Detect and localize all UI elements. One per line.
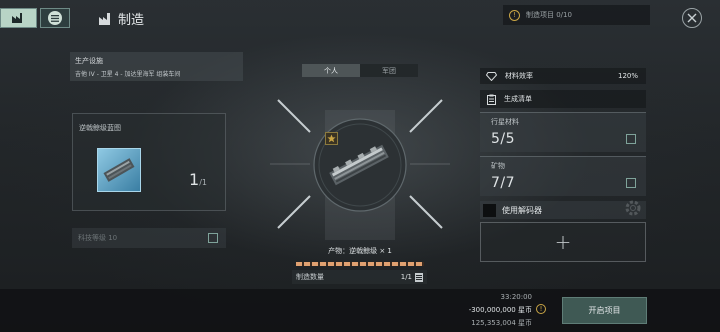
decoder-checkbox[interactable]	[483, 203, 496, 217]
link-icon	[626, 178, 636, 188]
close-button[interactable]	[682, 8, 702, 28]
blueprint-image	[97, 148, 141, 192]
tech-level-row[interactable]: 科技等级 10	[72, 228, 226, 248]
warning-icon: !	[536, 304, 546, 314]
decoder-toggle-row[interactable]: 使用解码器	[480, 200, 646, 219]
tab-corporation[interactable]: 军团	[360, 64, 418, 77]
start-project-button[interactable]: 开启项目	[562, 297, 647, 324]
wallet-balance: 125,353,004 星币	[471, 319, 532, 327]
gear-icon	[625, 200, 641, 216]
factory-tab-button[interactable]	[0, 8, 37, 28]
calculator-icon[interactable]	[415, 272, 423, 282]
facility-location: 吉他 IV - 卫星 4 - 加达里海军 组装车间	[75, 71, 181, 78]
facility-panel[interactable]: 生产设施 吉他 IV - 卫星 4 - 加达里海军 组装车间	[70, 52, 243, 81]
page-header: 制造	[98, 9, 144, 28]
build-time: 33:20:00	[500, 293, 532, 301]
project-cost: -300,000,000 星币	[468, 306, 532, 314]
material-efficiency-row: 材料效率 120%	[480, 68, 646, 84]
planetary-materials-card[interactable]: 行星材料 5/5	[480, 112, 646, 152]
page-title: 制造	[118, 13, 145, 28]
blueprint-name: 逆戟鲸级蓝图	[79, 124, 121, 132]
diamond-icon	[486, 71, 497, 81]
bill-of-materials-row[interactable]: 生成清单	[480, 90, 646, 108]
clipboard-icon	[487, 94, 496, 105]
warning-icon: !	[509, 9, 520, 21]
blueprint-runs: 1/1	[189, 170, 207, 189]
facility-label: 生产设施	[75, 57, 103, 65]
tab-personal[interactable]: 个人	[302, 64, 360, 77]
factory-icon	[99, 12, 110, 25]
minerals-card[interactable]: 矿物 7/7	[480, 156, 646, 196]
link-icon	[626, 134, 636, 144]
product-label: 产物：逆戟鲸级 × 1	[328, 247, 392, 255]
quantity-value: 1/1	[400, 273, 412, 281]
project-slots-badge: ! 制造项目 0/10	[503, 5, 650, 25]
blueprint-panel[interactable]: 逆戟鲸级蓝图 1/1	[72, 113, 226, 211]
add-decoder-button[interactable]: +	[480, 222, 646, 262]
quantity-slider[interactable]	[296, 262, 424, 266]
factory-icon	[11, 13, 22, 23]
plus-icon: +	[554, 230, 572, 254]
close-icon	[687, 13, 697, 23]
quantity-label: 制造数量	[296, 273, 324, 281]
menu-icon	[51, 14, 59, 22]
link-icon	[208, 233, 218, 243]
ship-image	[329, 144, 389, 186]
quantity-row: 制造数量 1/1	[292, 270, 427, 284]
menu-button[interactable]	[40, 8, 70, 28]
